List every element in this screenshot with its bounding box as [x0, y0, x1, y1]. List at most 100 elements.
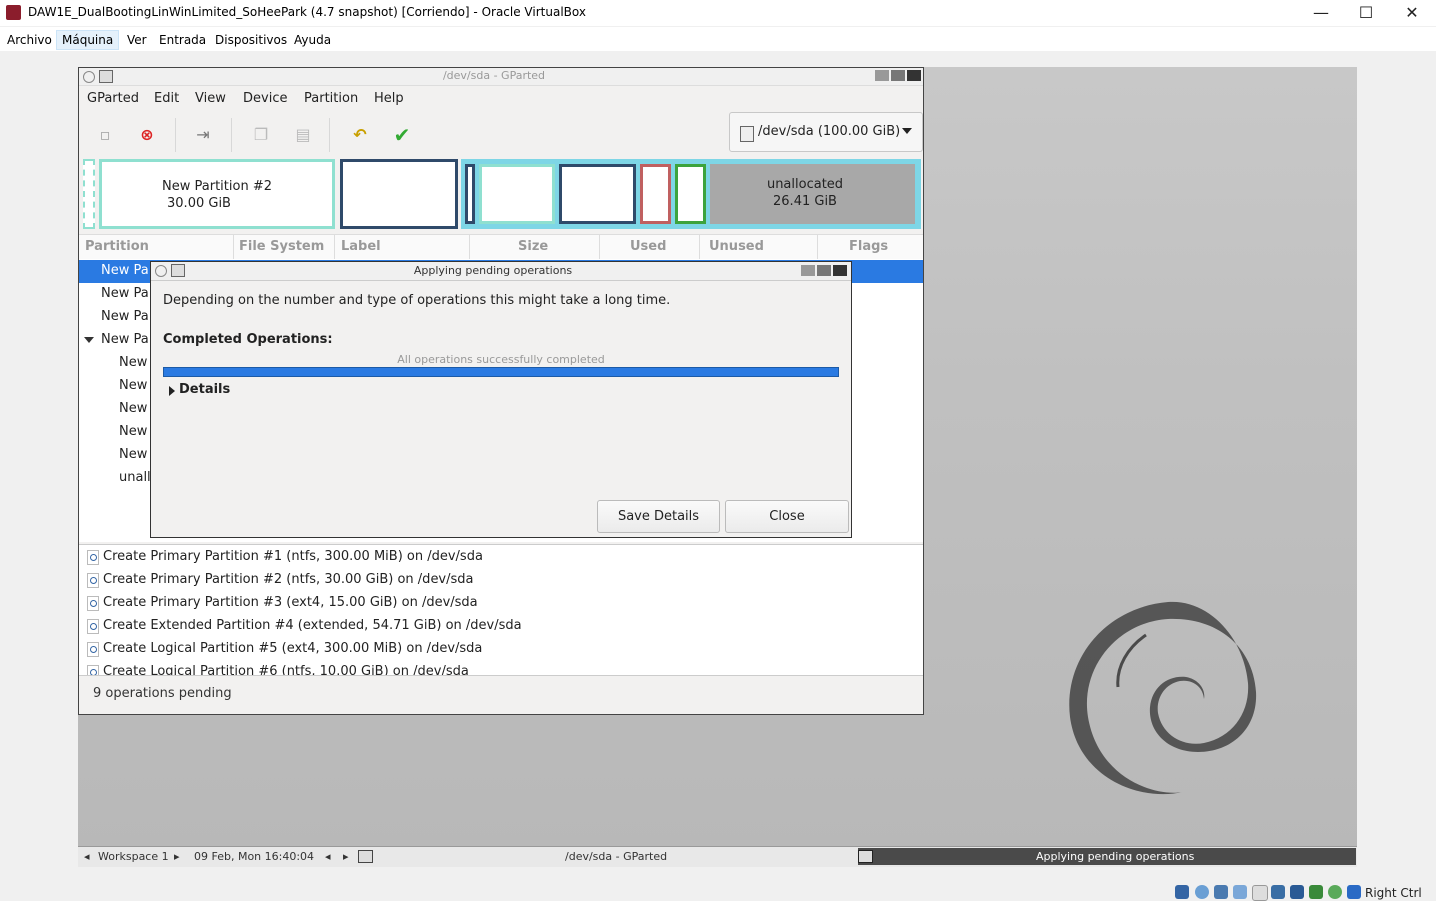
column-divider [469, 235, 470, 259]
shared-folders-icon[interactable] [1271, 885, 1285, 899]
column-partition[interactable]: Partition [85, 239, 149, 254]
row-partition: New [119, 447, 148, 462]
menu-help[interactable]: Help [374, 91, 404, 106]
usb-icon[interactable] [1252, 885, 1268, 901]
row-partition: New [119, 424, 148, 439]
wm-close-button[interactable] [907, 70, 921, 81]
wm-maximize-button[interactable] [891, 70, 905, 81]
task-applying[interactable]: Applying pending operations [858, 848, 1356, 865]
device-selector[interactable]: /dev/sda (100.00 GiB) [729, 112, 923, 152]
wm-maximize-button[interactable] [817, 265, 831, 276]
column-flags[interactable]: Flags [849, 239, 888, 254]
wm-minimize-button[interactable] [801, 265, 815, 276]
dialog-description: Depending on the number and type of oper… [163, 293, 671, 308]
vbox-titlebar: DAW1E_DualBootingLinWinLimited_SoHeePark… [0, 0, 1436, 26]
menu-view[interactable]: View [195, 91, 226, 106]
list-item[interactable]: Create Primary Partition #2 (ntfs, 30.00… [79, 569, 923, 592]
operation-icon [87, 665, 99, 675]
mouse-integration-icon[interactable] [1347, 885, 1361, 899]
partition-name: New Partition #2 [162, 179, 272, 194]
list-item[interactable]: Create Logical Partition #5 (ext4, 300.0… [79, 638, 923, 661]
list-item[interactable]: Create Primary Partition #1 (ntfs, 300.0… [79, 546, 923, 569]
column-label[interactable]: Label [341, 239, 381, 254]
unallocated-block[interactable]: unallocated 26.41 GiB [710, 164, 915, 224]
row-partition: New Pa [101, 309, 149, 324]
logical-partition-7[interactable] [559, 164, 636, 224]
menu-entrada[interactable]: Entrada [154, 31, 211, 49]
recording-icon[interactable] [1309, 885, 1323, 899]
operation-icon [87, 642, 99, 657]
menu-device[interactable]: Device [243, 91, 287, 106]
operation-icon [87, 573, 99, 588]
display-icon[interactable] [1290, 885, 1304, 899]
audio-icon[interactable] [1214, 885, 1228, 899]
column-used[interactable]: Used [630, 239, 666, 254]
close-button[interactable]: ✕ [1389, 0, 1435, 26]
partition-block-3[interactable] [340, 159, 458, 229]
save-details-button[interactable]: Save Details [597, 500, 720, 533]
undo-icon[interactable]: ↶ [350, 125, 370, 145]
dialog-titlebar[interactable]: Applying pending operations [151, 262, 851, 281]
wm-close-button[interactable] [833, 265, 847, 276]
resize-move-icon[interactable]: ⇥ [193, 125, 213, 145]
column-divider [817, 235, 818, 259]
task-prev-arrow[interactable]: ◂ [325, 850, 331, 863]
maximize-button[interactable]: ☐ [1343, 0, 1389, 26]
workspace-next-arrow[interactable]: ▸ [174, 850, 180, 863]
completed-operations-heading: Completed Operations: [163, 332, 333, 347]
logical-partition-6[interactable] [479, 164, 555, 224]
delete-icon[interactable]: ⊗ [137, 125, 157, 145]
partition-block-1[interactable] [83, 159, 95, 229]
hard-disk-icon[interactable] [1175, 885, 1189, 899]
row-partition: New [119, 355, 148, 370]
column-filesystem[interactable]: File System [239, 239, 324, 254]
gparted-titlebar[interactable]: /dev/sda - GParted [79, 68, 923, 86]
expander-right-icon[interactable] [169, 386, 175, 396]
column-unused[interactable]: Unused [709, 239, 764, 254]
list-item[interactable]: Create Logical Partition #6 (ntfs, 10.00… [79, 661, 923, 675]
menu-edit[interactable]: Edit [154, 91, 179, 106]
unallocated-size: 26.41 GiB [773, 194, 837, 209]
device-label: /dev/sda (100.00 GiB) [758, 124, 901, 139]
network-icon[interactable] [1233, 885, 1247, 899]
operation-text: Create Primary Partition #2 (ntfs, 30.00… [103, 572, 474, 587]
menu-gparted[interactable]: GParted [87, 91, 139, 106]
logical-partition-9[interactable] [675, 164, 706, 224]
row-partition: unall [119, 470, 151, 485]
apply-operations-dialog: Applying pending operations Depending on… [150, 261, 852, 538]
menu-partition[interactable]: Partition [304, 91, 358, 106]
partition-size: 30.00 GiB [167, 196, 231, 211]
partition-table-header: Partition File System Label Size Used Un… [79, 234, 923, 260]
list-item[interactable]: Create Primary Partition #3 (ext4, 15.00… [79, 592, 923, 615]
list-item[interactable]: Create Extended Partition #4 (extended, … [79, 615, 923, 638]
menu-ayuda[interactable]: Ayuda [289, 31, 336, 49]
task-gparted[interactable]: /dev/sda - GParted [565, 850, 667, 863]
details-expander[interactable]: Details [179, 382, 230, 397]
expander-icon[interactable] [84, 337, 94, 343]
logical-partition-5[interactable] [465, 164, 475, 224]
copy-icon[interactable]: ❐ [251, 125, 271, 145]
wm-minimize-button[interactable] [875, 70, 889, 81]
extended-partition-block[interactable]: unallocated 26.41 GiB [461, 159, 921, 229]
apply-icon[interactable]: ✔ [392, 125, 412, 145]
partition-block-2[interactable]: New Partition #2 30.00 GiB [99, 159, 335, 229]
task-next-arrow[interactable]: ▸ [343, 850, 349, 863]
minimize-button[interactable]: — [1298, 0, 1344, 26]
logical-partition-8[interactable] [640, 164, 671, 224]
new-partition-icon[interactable]: ▫ [95, 125, 115, 145]
menu-maquina[interactable]: Máquina [56, 30, 120, 50]
vm-taskbar: ◂ Workspace 1 ▸ 09 Feb, Mon 16:40:04 ◂ ▸… [78, 846, 1357, 867]
debian-swirl-logo [1069, 601, 1257, 795]
menu-ver[interactable]: Ver [122, 31, 152, 49]
optical-drive-icon[interactable] [1195, 885, 1209, 899]
column-size[interactable]: Size [518, 239, 548, 254]
close-dialog-button[interactable]: Close [725, 500, 849, 533]
cpu-icon[interactable] [1328, 885, 1342, 899]
menu-dispositivos[interactable]: Dispositivos [210, 31, 292, 49]
workspace-label[interactable]: Workspace 1 [98, 850, 169, 863]
operation-icon [87, 596, 99, 611]
paste-icon[interactable]: ▤ [293, 125, 313, 145]
menu-archivo[interactable]: Archivo [2, 31, 57, 49]
workspace-prev-arrow[interactable]: ◂ [84, 850, 90, 863]
column-divider [599, 235, 600, 259]
